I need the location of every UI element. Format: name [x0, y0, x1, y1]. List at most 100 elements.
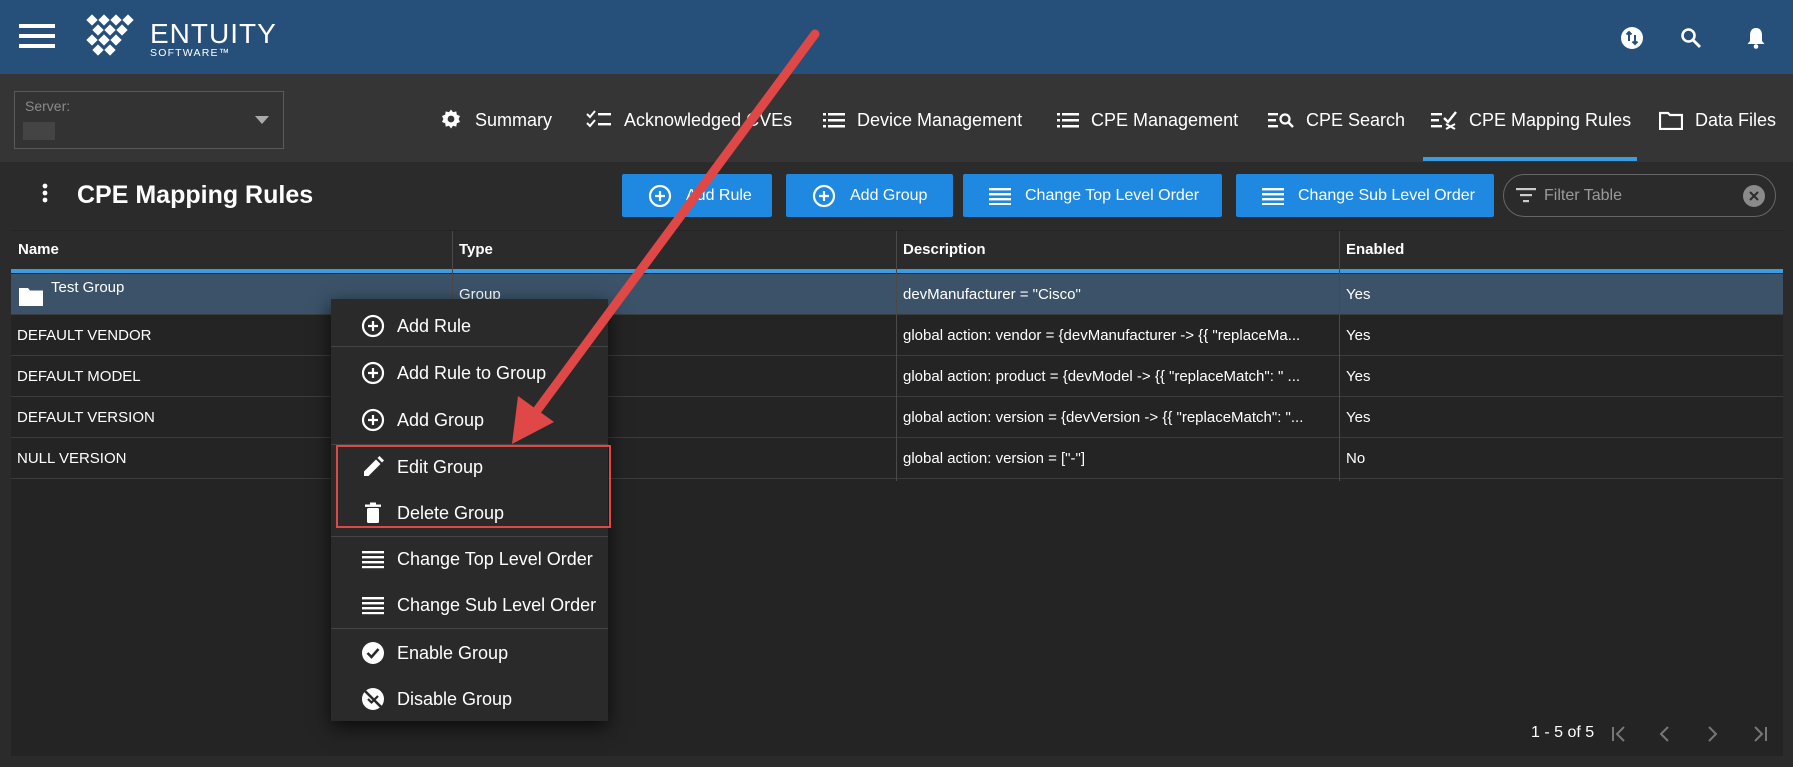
- tab-acknowledged-cves[interactable]: Acknowledged CVEs: [586, 100, 792, 140]
- tab-label: Device Management: [857, 109, 1023, 130]
- tab-cpe-management[interactable]: CPE Management: [1057, 100, 1238, 140]
- disable-icon: [362, 688, 384, 710]
- menu-item-enable-group[interactable]: Enable Group: [331, 630, 608, 676]
- table-row[interactable]: DEFAULT MODEL global action: product = {…: [11, 356, 1783, 397]
- change-top-label: Change Top Level Order: [1025, 186, 1200, 204]
- column-header-description[interactable]: Description: [896, 231, 1339, 269]
- bell-icon[interactable]: [1741, 23, 1771, 53]
- column-header-name[interactable]: Name: [11, 231, 452, 269]
- pagination-range: 1 - 5 of 5: [1531, 724, 1595, 741]
- tab-summary[interactable]: Summary: [439, 100, 552, 140]
- cell-name: DEFAULT MODEL: [17, 368, 141, 385]
- list-icon: [1057, 113, 1079, 128]
- menu-item-label: Enable Group: [397, 642, 509, 663]
- cell-name: NULL VERSION: [17, 450, 127, 467]
- add-group-button[interactable]: Add Group: [786, 174, 953, 217]
- tab-label: CPE Management: [1091, 109, 1239, 130]
- tab-label: CPE Mapping Rules: [1469, 109, 1632, 130]
- gear-icon: [442, 109, 460, 129]
- logo-name: ENTUITY: [150, 18, 277, 49]
- entuity-logo-icon: [84, 14, 140, 60]
- tab-cpe-mapping-rules[interactable]: CPE Mapping Rules: [1431, 100, 1631, 140]
- cell-name: Test Group: [51, 279, 125, 296]
- server-value: [23, 122, 55, 140]
- tab-label: CPE Search: [1306, 109, 1406, 130]
- tab-label: Acknowledged CVEs: [624, 109, 793, 130]
- lines-icon: [1262, 187, 1284, 205]
- folder-icon: [19, 286, 43, 306]
- menu-divider: [331, 628, 608, 629]
- first-page-icon[interactable]: [1607, 722, 1631, 746]
- add-rule-button[interactable]: Add Rule: [622, 174, 772, 217]
- menu-divider: [331, 346, 608, 347]
- plus-circle-icon: [361, 314, 385, 338]
- header-underline: [11, 269, 1783, 273]
- next-page-icon[interactable]: [1700, 722, 1724, 746]
- cell-description: global action: vendor = {devManufacturer…: [903, 327, 1301, 344]
- column-divider: [896, 231, 897, 481]
- cell-enabled: Yes: [1346, 368, 1371, 385]
- hamburger-menu-icon[interactable]: [19, 23, 55, 49]
- column-divider: [1339, 231, 1340, 481]
- cell-enabled: No: [1346, 450, 1366, 467]
- menu-item-add-rule[interactable]: Add Rule: [331, 303, 608, 349]
- active-tab-indicator: [1423, 157, 1637, 161]
- more-vert-icon[interactable]: [42, 183, 48, 203]
- search-icon[interactable]: [1676, 23, 1706, 53]
- clear-icon[interactable]: [1743, 185, 1765, 207]
- folder-icon: [1659, 111, 1683, 130]
- annotation-highlight-box: [336, 445, 611, 528]
- menu-item-disable-group[interactable]: Disable Group: [331, 676, 608, 722]
- page-title: CPE Mapping Rules: [77, 181, 314, 209]
- plus-circle-icon: [361, 361, 385, 385]
- lines-icon: [362, 597, 384, 615]
- change-sub-level-order-button[interactable]: Change Sub Level Order: [1236, 174, 1494, 217]
- sync-icon[interactable]: [1617, 23, 1647, 53]
- cell-name: DEFAULT VERSION: [17, 409, 155, 426]
- plus-circle-icon: [361, 408, 385, 432]
- plus-circle-icon: [812, 184, 836, 207]
- tab-device-management[interactable]: Device Management: [823, 100, 1022, 140]
- menu-item-label: Change Sub Level Order: [397, 594, 597, 615]
- tab-label: Summary: [475, 109, 553, 130]
- menu-item-label: Add Rule to Group: [397, 362, 547, 383]
- menu-item-label: Add Group: [397, 409, 485, 430]
- last-page-icon[interactable]: [1748, 722, 1772, 746]
- cell-name: DEFAULT VENDOR: [17, 327, 152, 344]
- menu-item-label: Add Rule: [397, 315, 472, 336]
- menu-item-change-top-level-order[interactable]: Change Top Level Order: [331, 536, 608, 582]
- column-header-enabled[interactable]: Enabled: [1339, 231, 1783, 269]
- menu-item-label: Disable Group: [397, 688, 513, 709]
- checklist-icon: [586, 110, 611, 128]
- table-row[interactable]: DEFAULT VENDOR global action: vendor = {…: [11, 315, 1783, 356]
- add-rule-label: Add Rule: [686, 186, 752, 204]
- server-label: Server:: [25, 98, 71, 114]
- table-row[interactable]: NULL VERSION global action: version = ["…: [11, 438, 1783, 479]
- column-header-type[interactable]: Type: [452, 231, 896, 269]
- lines-icon: [362, 551, 384, 569]
- cell-enabled: Yes: [1346, 409, 1371, 426]
- table-row[interactable]: Test Group Group devManufacturer = "Cisc…: [11, 274, 1783, 315]
- change-top-level-order-button[interactable]: Change Top Level Order: [963, 174, 1222, 217]
- top-bar: ENTUITY SOFTWARE™: [0, 0, 1793, 74]
- previous-page-icon[interactable]: [1653, 722, 1677, 746]
- tab-label: Data Files: [1695, 109, 1777, 130]
- menu-item-change-sub-level-order[interactable]: Change Sub Level Order: [331, 582, 608, 628]
- cell-description: global action: version = ["-"]: [903, 450, 1085, 467]
- cell-description: devManufacturer = "Cisco": [903, 286, 1081, 303]
- menu-item-add-rule-to-group[interactable]: Add Rule to Group: [331, 350, 608, 396]
- tab-data-files[interactable]: Data Files: [1659, 100, 1776, 140]
- table-row[interactable]: DEFAULT VERSION global action: version =…: [11, 397, 1783, 438]
- cell-enabled: Yes: [1346, 286, 1371, 303]
- list-icon: [823, 113, 845, 128]
- cell-description: global action: product = {devModel -> {{…: [903, 368, 1301, 385]
- menu-item-add-group[interactable]: Add Group: [331, 397, 608, 443]
- server-select[interactable]: Server:: [14, 91, 284, 149]
- add-group-label: Add Group: [850, 186, 928, 204]
- change-sub-label: Change Sub Level Order: [1298, 186, 1475, 204]
- cell-description: global action: version = {devVersion -> …: [903, 409, 1304, 426]
- lines-icon: [989, 187, 1011, 205]
- tab-cpe-search[interactable]: CPE Search: [1268, 100, 1405, 140]
- filter-input[interactable]: [1542, 184, 1736, 208]
- chevron-down-icon: [255, 116, 269, 124]
